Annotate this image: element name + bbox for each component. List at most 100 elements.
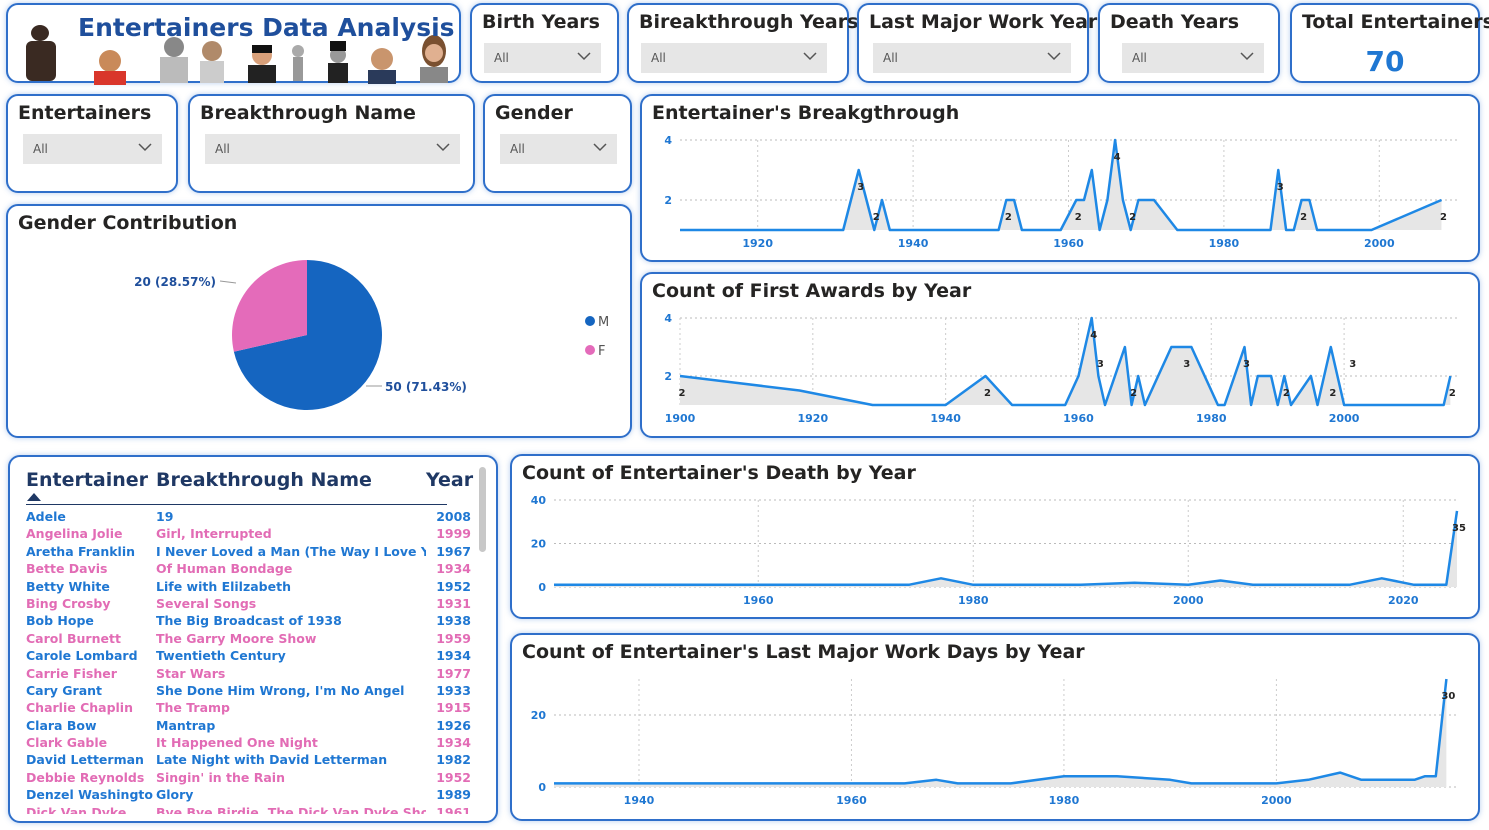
data-label: 2 xyxy=(1283,388,1290,399)
last-major-work-years-slicer: Last Major Work Years All xyxy=(857,3,1109,83)
cell-breakthrough: It Happened One Night xyxy=(156,735,318,751)
y-tick-label: 4 xyxy=(664,134,672,147)
gender-dropdown[interactable]: All xyxy=(500,134,617,164)
cell-year: 1915 xyxy=(436,700,471,716)
data-label: 30 xyxy=(1441,691,1455,702)
birth-years-value: All xyxy=(494,51,509,65)
table-row[interactable]: Angelina Jolie Girl, Interrupted 1999 xyxy=(26,526,471,543)
y-tick-label: 4 xyxy=(664,312,672,325)
breakthrough-years-dropdown[interactable]: All xyxy=(641,43,827,73)
breakthrough-years-label: Bireakthrough Years xyxy=(639,11,859,33)
chevron-down-icon xyxy=(436,143,450,152)
y-tick-label: 0 xyxy=(538,781,546,794)
x-tick-label: 1980 xyxy=(1196,412,1227,425)
data-label: 2 xyxy=(1130,388,1137,399)
cell-breakthrough: Life with Elilzabeth xyxy=(156,578,291,594)
table-row[interactable]: Betty White Life with Elilzabeth 1952 xyxy=(26,579,471,596)
first-awards-line-chart: 241900 1920 1940 1960 1980 20002 24323 32 232 xyxy=(664,312,1457,425)
entertainers-dropdown[interactable]: All xyxy=(23,134,162,164)
table-row[interactable]: Debbie Reynolds Singin' in the Rain 1952 xyxy=(26,770,471,787)
data-label: 2 xyxy=(1005,212,1012,223)
data-label: 3 xyxy=(1243,359,1250,370)
table-row[interactable]: Bing Crosby Several Songs 1931 xyxy=(26,596,471,613)
data-label: 3 xyxy=(1183,359,1190,370)
death-years-label: Death Years xyxy=(1110,11,1240,33)
legend-f[interactable]: F xyxy=(598,344,605,359)
cell-year: 1934 xyxy=(436,648,471,664)
last-major-work-years-dropdown[interactable]: All xyxy=(873,43,1071,73)
cell-entertainer: Clark Gable xyxy=(26,735,108,751)
table-row[interactable]: Carol Burnett The Garry Moore Show 1959 xyxy=(26,631,471,648)
cell-breakthrough: The Big Broadcast of 1938 xyxy=(156,613,342,629)
series-line[interactable] xyxy=(554,510,1459,587)
cell-breakthrough: Singin' in the Rain xyxy=(156,769,285,785)
table-row[interactable]: Clark Gable It Happened One Night 1934 xyxy=(26,735,471,752)
cell-year: 1926 xyxy=(436,717,471,733)
label-leader-f xyxy=(219,280,237,284)
last-major-work-years-value: All xyxy=(883,51,898,65)
table-row[interactable]: Clara Bow Mantrap 1926 xyxy=(26,718,471,735)
cell-breakthrough: Bye Bye Birdie, The Dick Van Dyke Show xyxy=(156,804,426,814)
x-tick-label: 1940 xyxy=(930,412,961,425)
table-row[interactable]: Dick Van Dyke Bye Bye Birdie, The Dick Va… xyxy=(26,805,471,814)
data-label: 3 xyxy=(1097,359,1104,370)
y-tick-label: 40 xyxy=(531,494,547,507)
cell-year: 1961 xyxy=(436,804,471,814)
breakthrough-name-label: Breakthrough Name xyxy=(200,102,416,124)
chevron-down-icon xyxy=(1240,52,1254,61)
cell-entertainer: Aretha Franklin xyxy=(26,543,135,559)
data-label: 2 xyxy=(1129,212,1136,223)
table-row[interactable]: Denzel Washington Glory 1989 xyxy=(26,787,471,804)
data-label: 4 xyxy=(1090,330,1097,341)
breakthrough-name-value: All xyxy=(215,142,230,156)
breakthrough-line-chart: 2 4 1920 1940 1960 1980 2000 3 2 2 2 4 2 3 2 2 xyxy=(664,134,1457,250)
chevron-down-icon xyxy=(593,143,607,152)
breakthrough-chart-card: Entertainer's Breakgthrough 2 4 1920 1940 19… xyxy=(640,94,1480,262)
series-area xyxy=(680,140,1442,230)
cell-breakthrough: Star Wars xyxy=(156,665,226,681)
data-label: 2 xyxy=(1449,388,1456,399)
table-row[interactable]: David Letterman Late Night with David Let… xyxy=(26,752,471,769)
cell-entertainer: Carol Burnett xyxy=(26,630,121,646)
data-label: 3 xyxy=(1277,182,1284,193)
data-label: 2 xyxy=(1329,388,1336,399)
gender-value: All xyxy=(510,142,525,156)
cell-entertainer: Betty White xyxy=(26,578,110,594)
cell-entertainer: Bette Davis xyxy=(26,561,108,577)
y-tick-label: 2 xyxy=(664,370,672,383)
cell-entertainer: Debbie Reynolds xyxy=(26,769,145,785)
cell-year: 1952 xyxy=(436,769,471,785)
col-header-breakthrough[interactable]: Breakthrough Name xyxy=(156,469,372,491)
cell-year: 1934 xyxy=(436,561,471,577)
birth-years-dropdown[interactable]: All xyxy=(484,43,601,73)
col-header-year[interactable]: Year xyxy=(426,469,473,491)
cell-year: 1967 xyxy=(436,543,471,559)
data-label: 2 xyxy=(1075,212,1082,223)
x-tick-label: 1920 xyxy=(742,237,773,250)
death-years-slicer: Death Years All xyxy=(1098,3,1280,83)
cell-year: 1952 xyxy=(436,578,471,594)
table-row[interactable]: Adele 19 2008 xyxy=(26,509,471,526)
legend-m[interactable]: M xyxy=(598,315,609,330)
table-row[interactable]: Aretha Franklin I Never Loved a Man (The … xyxy=(26,544,471,561)
cell-year: 1938 xyxy=(436,613,471,629)
breakthrough-name-dropdown[interactable]: All xyxy=(205,134,460,164)
table-body: Adele 19 2008 Angelina Jolie Girl, Interrupt… xyxy=(26,509,471,814)
table-row[interactable]: Charlie Chaplin The Tramp 1915 xyxy=(26,700,471,717)
table-row[interactable]: Bob Hope The Big Broadcast of 1938 1938 xyxy=(26,613,471,630)
data-label: 2 xyxy=(1440,212,1447,223)
series-line[interactable] xyxy=(554,678,1448,785)
death-years-dropdown[interactable]: All xyxy=(1122,43,1264,73)
data-label: 2 xyxy=(679,388,686,399)
table-row[interactable]: Cary Grant She Done Him Wrong, I'm No Ang… xyxy=(26,683,471,700)
table-row[interactable]: Bette Davis Of Human Bondage 1934 xyxy=(26,561,471,578)
cell-entertainer: Adele xyxy=(26,509,66,524)
table-row[interactable]: Carrie Fisher Star Wars 1977 xyxy=(26,666,471,683)
cell-entertainer: Denzel Washington xyxy=(26,787,154,803)
series-line[interactable] xyxy=(680,138,1442,232)
table-row[interactable]: Carole Lombard Twentieth Century 1934 xyxy=(26,648,471,665)
col-header-entertainer[interactable]: Entertainer xyxy=(26,469,148,491)
cell-entertainer: Charlie Chaplin xyxy=(26,700,133,716)
gender-pie-chart: 20 (28.57%) 50 (71.43%) M F xyxy=(134,260,609,410)
table-scrollbar[interactable] xyxy=(479,467,486,552)
